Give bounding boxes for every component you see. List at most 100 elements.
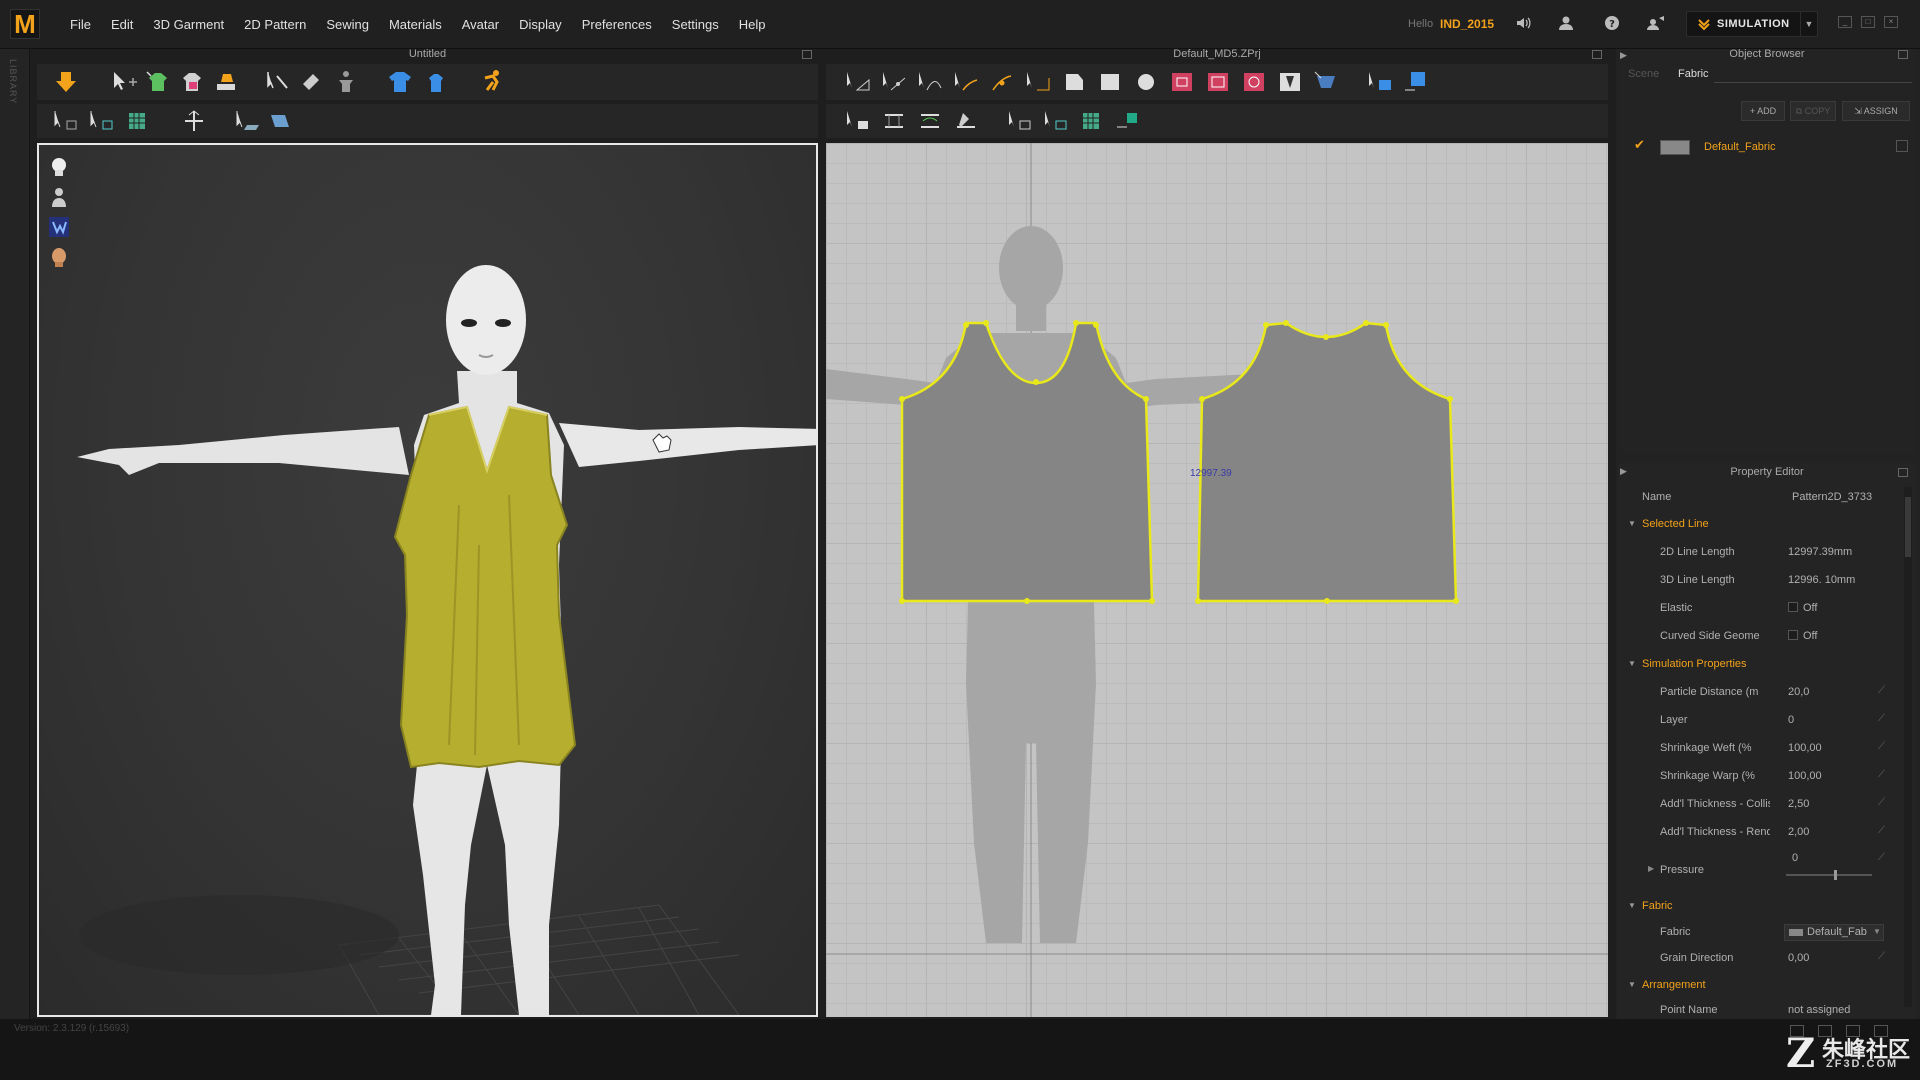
pin-icon[interactable]: ⟋ — [1878, 685, 1885, 696]
download-arrow-icon[interactable] — [51, 68, 81, 96]
menu-help[interactable]: Help — [729, 17, 776, 32]
menu-materials[interactable]: Materials — [379, 17, 452, 32]
copy-fabric-button[interactable]: ⧉ COPY — [1790, 101, 1836, 121]
edit-mesh-icon[interactable] — [87, 107, 117, 135]
show-avatar-icon[interactable] — [47, 155, 71, 179]
menu-edit[interactable]: Edit — [101, 17, 143, 32]
share-icon[interactable] — [1646, 14, 1666, 34]
user-icon[interactable] — [1556, 14, 1576, 34]
fabric-options-icon[interactable] — [1896, 140, 1908, 152]
library-strip[interactable]: LIBRARY — [0, 49, 30, 1019]
show-garment-icon[interactable] — [47, 215, 71, 239]
shirt-blue-icon[interactable] — [385, 68, 415, 96]
close-icon[interactable]: × — [1884, 16, 1898, 28]
section-fabric[interactable]: ▼ Fabric — [1622, 896, 1892, 918]
pin-icon[interactable]: ⟋ — [1878, 797, 1885, 808]
speaker-icon[interactable] — [1514, 14, 1534, 34]
property-scrollbar[interactable] — [1904, 487, 1912, 1007]
menu-settings[interactable]: Settings — [662, 17, 729, 32]
graphic-add-icon[interactable] — [1113, 107, 1143, 135]
tab-fabric[interactable]: Fabric — [1678, 68, 1709, 80]
add-point-icon[interactable] — [987, 68, 1017, 96]
float-panel-icon[interactable] — [802, 50, 812, 59]
username[interactable]: IND_2015 — [1440, 17, 1494, 31]
pattern-sew-icon[interactable] — [1311, 68, 1341, 96]
float-panel-icon[interactable] — [1898, 468, 1908, 477]
segment-sewing-icon[interactable] — [879, 107, 909, 135]
pressure-slider-handle[interactable] — [1834, 870, 1837, 880]
section-arrangement[interactable]: ▼ Arrangement — [1622, 975, 1892, 997]
circle-icon[interactable] — [1131, 68, 1161, 96]
texture-transform-icon[interactable] — [1401, 68, 1431, 96]
menu-avatar[interactable]: Avatar — [452, 17, 509, 32]
expand-triangle-icon[interactable]: ▶ — [1648, 864, 1654, 873]
flatten-icon[interactable] — [211, 68, 241, 96]
section-selected-line[interactable]: ▼ Selected Line — [1622, 514, 1892, 536]
tack-icon[interactable] — [297, 68, 327, 96]
show-skin-icon[interactable] — [47, 245, 71, 269]
help-icon[interactable]: ? — [1602, 14, 1622, 34]
minimize-icon[interactable]: _ — [1838, 16, 1852, 28]
elastic-checkbox[interactable] — [1788, 602, 1798, 612]
add-fabric-button[interactable]: + ADD — [1741, 101, 1785, 121]
avatar-measure-icon[interactable] — [331, 68, 361, 96]
maximize-icon[interactable]: □ — [1861, 16, 1875, 28]
texture-grid-icon[interactable] — [123, 107, 153, 135]
menu-file[interactable]: File — [60, 17, 101, 32]
float-panel-icon[interactable] — [1592, 50, 1602, 59]
measure-point-icon[interactable] — [1023, 68, 1053, 96]
rectangle-icon[interactable] — [1095, 68, 1125, 96]
fabric-list-item[interactable]: ✔ Default_Fabric — [1630, 136, 1912, 158]
edit-sewing-icon[interactable] — [951, 107, 981, 135]
scrollbar-thumb[interactable] — [1905, 497, 1911, 557]
shirt-blue-small-icon[interactable] — [421, 68, 451, 96]
pin-icon[interactable]: ⟋ — [1878, 741, 1885, 752]
menu-2d-pattern[interactable]: 2D Pattern — [234, 17, 316, 32]
section-simulation-properties[interactable]: ▼ Simulation Properties — [1622, 654, 1892, 676]
assign-fabric-button[interactable]: ⇲ ASSIGN — [1842, 101, 1910, 121]
pin-icon[interactable]: ⟋ — [1878, 713, 1885, 724]
show-body-icon[interactable] — [47, 185, 71, 209]
float-panel-icon[interactable] — [1898, 50, 1908, 59]
fold-arrange-icon[interactable] — [179, 107, 209, 135]
curved-side-checkbox[interactable] — [1788, 630, 1798, 640]
view3d-viewport[interactable] — [37, 143, 818, 1017]
polygon-icon[interactable] — [1059, 68, 1089, 96]
free-sewing-icon[interactable] — [915, 107, 945, 135]
curve-point-icon[interactable] — [951, 68, 981, 96]
edit-point-icon[interactable] — [879, 68, 909, 96]
pin-icon[interactable]: ⟋ — [1878, 951, 1885, 962]
simulation-dropdown[interactable]: ▼ — [1800, 11, 1818, 37]
pattern-name-value[interactable]: Pattern2D_3733 — [1792, 491, 1882, 503]
view2d-viewport[interactable] — [826, 143, 1608, 1017]
pin-icon[interactable]: ⟋ — [1878, 769, 1885, 780]
dart-icon[interactable] — [1275, 68, 1305, 96]
garment-pink-icon[interactable] — [177, 68, 207, 96]
menu-sewing[interactable]: Sewing — [316, 17, 379, 32]
internal-rectangle-icon[interactable] — [1203, 68, 1233, 96]
edit-curvature-icon[interactable] — [915, 68, 945, 96]
menu-display[interactable]: Display — [509, 17, 572, 32]
garment-green-icon[interactable] — [143, 68, 173, 96]
fabric-select[interactable]: Default_Fab ▼ — [1784, 924, 1884, 941]
internal-polygon-icon[interactable] — [1167, 68, 1197, 96]
select-move-icon[interactable] — [109, 68, 139, 96]
select-texture-icon[interactable] — [1005, 107, 1035, 135]
texture-edit-icon[interactable] — [1365, 68, 1395, 96]
select-sewing-icon[interactable] — [843, 107, 873, 135]
pin-icon[interactable]: ⟋ — [1878, 825, 1885, 836]
fabric-grid-icon[interactable] — [1077, 107, 1107, 135]
simulation-button[interactable]: SIMULATION — [1686, 11, 1806, 37]
select-graphic-icon[interactable] — [1041, 107, 1071, 135]
pressure-slider[interactable] — [1786, 870, 1872, 880]
internal-circle-icon[interactable] — [1239, 68, 1269, 96]
transform-pattern-icon[interactable] — [843, 68, 873, 96]
menu-3d-garment[interactable]: 3D Garment — [143, 17, 234, 32]
select-plane-icon[interactable] — [233, 107, 263, 135]
tab-scene[interactable]: Scene — [1628, 68, 1659, 80]
pin-icon[interactable]: ⟋ — [1878, 852, 1885, 863]
select-mesh-icon[interactable] — [51, 107, 81, 135]
menu-preferences[interactable]: Preferences — [572, 17, 662, 32]
pose-avatar-icon[interactable] — [477, 68, 507, 96]
plane-icon[interactable] — [265, 107, 295, 135]
